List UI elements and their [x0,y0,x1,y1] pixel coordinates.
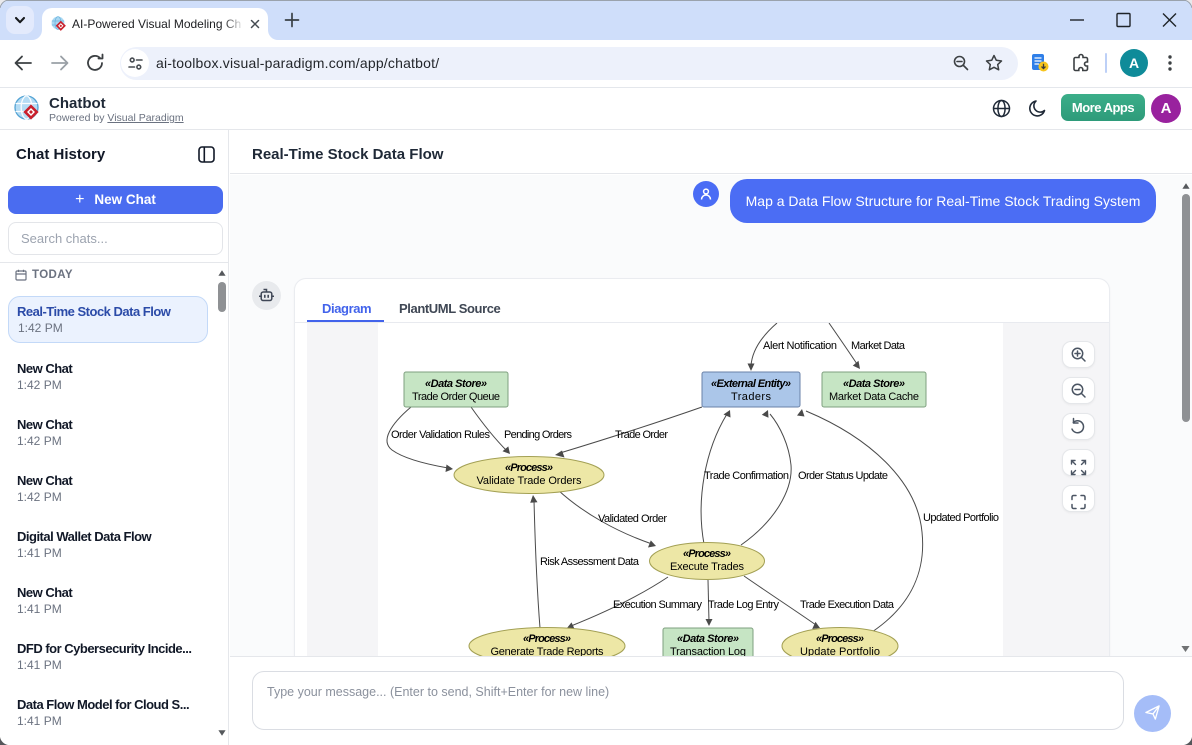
svg-text:Generate Trade Reports: Generate Trade Reports [491,646,605,656]
svg-text:«Process»: «Process» [816,633,864,645]
svg-text:Pending Orders: Pending Orders [504,429,573,441]
svg-text:Trade Log Entry: Trade Log Entry [708,599,780,611]
svg-text:Execute Trades: Execute Trades [670,561,745,573]
svg-text:«Process»: «Process» [683,548,731,560]
svg-text:«Process»: «Process» [505,462,553,474]
svg-text:Validate Trade Orders: Validate Trade Orders [477,475,583,487]
svg-text:Updated Portfolio: Updated Portfolio [923,512,999,524]
svg-text:Risk Assessment Data: Risk Assessment Data [540,556,640,568]
svg-text:Market Data: Market Data [851,340,906,352]
svg-text:«Data Store»: «Data Store» [425,378,487,390]
svg-text:Trade Order Queue: Trade Order Queue [412,391,500,403]
svg-text:Traders: Traders [731,391,772,403]
svg-text:«Process»: «Process» [523,633,571,645]
svg-text:Execution Summary: Execution Summary [613,599,703,611]
svg-text:Validated Order: Validated Order [598,513,667,525]
svg-text:Transaction Log: Transaction Log [670,646,746,656]
svg-text:Market Data Cache: Market Data Cache [829,391,919,403]
svg-text:Order Validation Rules: Order Validation Rules [391,429,491,441]
svg-text:«External Entity»: «External Entity» [711,378,791,390]
svg-text:Alert Notification: Alert Notification [763,340,837,352]
svg-text:Trade Execution Data: Trade Execution Data [800,599,895,611]
svg-text:Order Status Update: Order Status Update [798,470,888,482]
svg-text:«Data Store»: «Data Store» [843,378,905,390]
svg-text:Update Portfolio: Update Portfolio [800,646,880,656]
svg-text:«Data Store»: «Data Store» [677,633,739,645]
svg-text:Trade Order: Trade Order [615,429,668,441]
svg-text:Trade Confirmation: Trade Confirmation [704,470,789,482]
